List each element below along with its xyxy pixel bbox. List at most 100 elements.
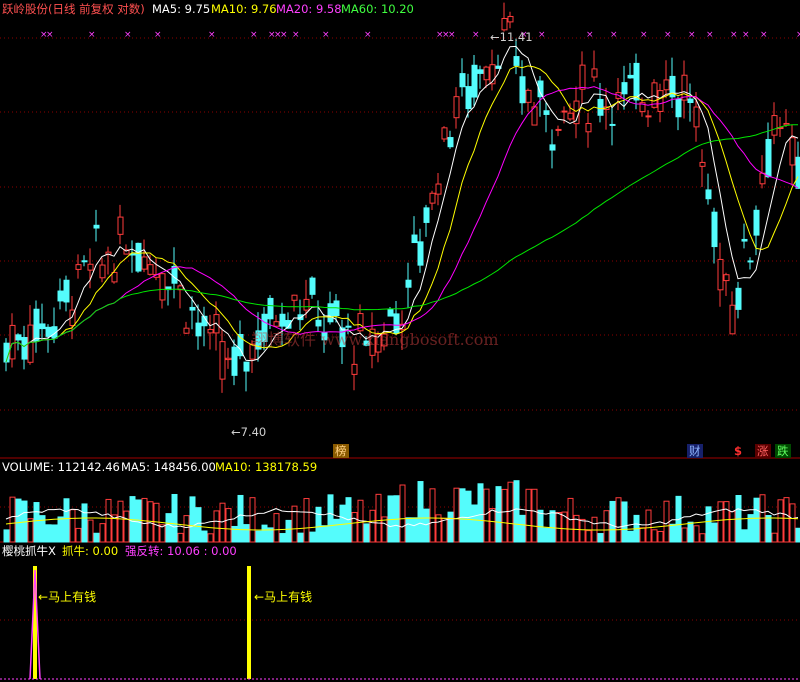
volume-bar (159, 524, 166, 543)
signal-x-marker: × (610, 30, 618, 40)
candle-body (591, 68, 598, 78)
candle-body (93, 224, 100, 229)
candle-body (525, 89, 532, 103)
volume-bar (693, 525, 700, 543)
signal-x-marker: × (88, 30, 96, 40)
candle-body (441, 127, 448, 140)
candle-body (675, 98, 682, 118)
signal-x-marker: × (364, 30, 372, 40)
volume-bar (705, 506, 712, 543)
signal-x-marker: × (706, 30, 714, 40)
candle-body (243, 361, 250, 372)
signal-x-marker: × (250, 30, 258, 40)
event-marker-die[interactable]: 跌 (775, 444, 791, 458)
volume-bar (501, 488, 508, 543)
volume-bar (711, 522, 718, 543)
candle-body (225, 357, 232, 361)
candle-body (135, 242, 142, 272)
volume-bar (135, 499, 142, 543)
volume-bar (447, 511, 454, 543)
volume-bar (417, 481, 424, 543)
volume-bar (531, 488, 538, 543)
volume-bar (273, 513, 280, 543)
high-annotation: ←11.41 (490, 30, 533, 44)
volume-bar (549, 510, 556, 543)
signal-x-marker: × (448, 30, 456, 40)
candle-body (519, 76, 526, 104)
signal-x-marker: × (154, 30, 162, 40)
volume-bar (765, 515, 772, 543)
volume-bar (399, 484, 406, 543)
volume-bar (471, 504, 478, 543)
volume-bar (165, 513, 172, 543)
volume-bar (321, 525, 328, 543)
candle-body (459, 73, 466, 88)
volume-bar (93, 532, 100, 543)
event-marker-cai[interactable]: 财 (687, 444, 703, 458)
candle-body (729, 304, 736, 335)
volume-bar (459, 488, 466, 543)
candle-body (141, 256, 148, 270)
volume-bar (195, 507, 202, 543)
signal-x-marker: × (322, 30, 330, 40)
candle-body (555, 128, 562, 131)
signal-label-1: ←马上有钱 (38, 590, 97, 604)
candle-body (15, 334, 22, 341)
signal-x-marker: × (208, 30, 216, 40)
signal-text-1: 马上有钱 (48, 590, 97, 604)
volume-bar (327, 494, 334, 543)
candle-body (717, 258, 724, 291)
candle-body (147, 264, 154, 275)
volume-bar (249, 497, 256, 543)
signal-spike-2 (247, 566, 251, 679)
candle-body (417, 241, 424, 266)
volume-bar (63, 498, 70, 543)
candle-body (501, 18, 508, 31)
volume-bar (645, 509, 652, 543)
volume-bar (657, 530, 664, 543)
volume-bar (441, 517, 448, 543)
candle-body (699, 161, 706, 167)
candle-body (81, 260, 88, 263)
volume-bar (375, 493, 382, 543)
event-marker-zhang[interactable]: 涨 (755, 444, 771, 458)
candle-body (765, 139, 772, 178)
volume-bar (285, 519, 292, 543)
volume-bar (369, 509, 376, 543)
signal-x-marker: × (292, 30, 300, 40)
event-marker-bang[interactable]: 榜 (333, 444, 349, 458)
volume-bar (567, 497, 574, 543)
candle-body (477, 69, 484, 74)
candle-body (597, 98, 604, 116)
volume-bar (189, 496, 196, 543)
candle-body (453, 96, 460, 119)
candle-body (687, 98, 694, 104)
low-value: 7.40 (240, 425, 267, 439)
signal-x-marker: × (730, 30, 738, 40)
volume-bar (153, 502, 160, 543)
volume-bar (219, 502, 226, 543)
candle-body (279, 313, 286, 327)
candle-body (183, 327, 190, 334)
ma20-label: MA20: 9.58 (276, 2, 342, 16)
volume-bar (621, 501, 628, 543)
candle-body (771, 115, 778, 136)
volume-bar (75, 527, 82, 543)
event-marker-dollar[interactable]: $ (734, 444, 742, 458)
volume-bar (69, 509, 76, 543)
candle-body (711, 211, 718, 248)
volume-bar (99, 523, 106, 543)
volume-ma5: MA5: 148456.00 (121, 460, 216, 474)
signal-x-marker: × (538, 30, 546, 40)
candle-body (693, 106, 700, 128)
candle-body (207, 328, 214, 334)
volume-bar (519, 514, 526, 543)
candle-body (75, 264, 82, 270)
signal-x-marker: × (46, 30, 54, 40)
volume-bar (639, 527, 646, 543)
candle-body (45, 326, 52, 337)
signal-x-marker: × (280, 30, 288, 40)
candle-body (723, 274, 730, 282)
volume-bar (651, 529, 658, 543)
candle-body (87, 263, 94, 271)
